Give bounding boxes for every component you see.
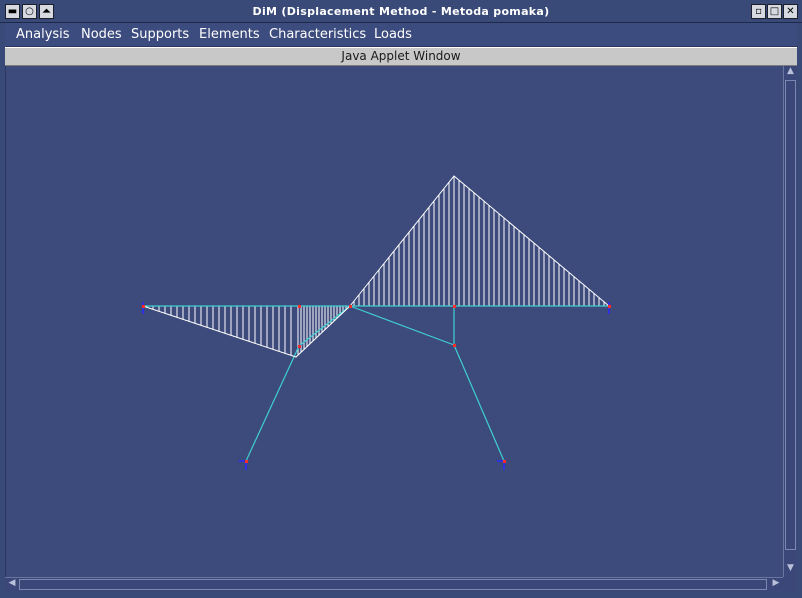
node xyxy=(453,305,456,308)
applet-window-banner: Java Applet Window xyxy=(5,47,797,66)
shade-icon[interactable]: ⏶ xyxy=(39,4,54,19)
menu-characteristics[interactable]: Characteristics xyxy=(269,23,366,47)
node xyxy=(298,305,301,308)
node xyxy=(503,460,506,463)
column-left xyxy=(245,345,300,462)
node xyxy=(608,305,611,308)
window-frame-bottom xyxy=(0,591,802,598)
menu-loads[interactable]: Loads xyxy=(374,23,412,47)
window-frame-right xyxy=(797,23,802,591)
structure-drawing xyxy=(142,175,611,470)
scrollbar-corner xyxy=(783,577,797,591)
menu-bar: Analysis Nodes Supports Elements Charact… xyxy=(5,23,797,47)
horizontal-scrollbar[interactable]: ◀ ▶ xyxy=(5,577,783,591)
vertical-scroll-thumb[interactable] xyxy=(785,80,796,550)
maximize-icon[interactable]: □ xyxy=(767,4,782,19)
menu-elements[interactable]: Elements xyxy=(199,23,260,47)
scroll-right-icon[interactable]: ▶ xyxy=(769,578,783,591)
circle-icon[interactable]: ○ xyxy=(22,4,37,19)
menu-supports[interactable]: Supports xyxy=(131,23,189,47)
horizontal-scroll-thumb[interactable] xyxy=(19,579,767,590)
scroll-down-icon[interactable]: ▼ xyxy=(784,563,797,577)
node xyxy=(453,344,456,347)
node xyxy=(349,305,352,308)
minimize-icon[interactable]: ▬ xyxy=(5,4,20,19)
scroll-left-icon[interactable]: ◀ xyxy=(5,578,19,591)
support-right-base xyxy=(497,460,505,470)
window-title: DiM (Displacement Method - Metoda pomaka… xyxy=(252,5,550,18)
node xyxy=(142,305,145,308)
vertical-scrollbar[interactable]: ▲ ▼ xyxy=(783,66,797,577)
menu-analysis[interactable]: Analysis xyxy=(16,23,70,47)
restore-icon[interactable]: ▫ xyxy=(751,4,766,19)
node xyxy=(245,460,248,463)
close-icon[interactable]: ✕ xyxy=(783,4,798,19)
brace-right xyxy=(349,305,455,346)
scroll-up-icon[interactable]: ▲ xyxy=(784,66,797,80)
title-bar: DiM (Displacement Method - Metoda pomaka… xyxy=(0,0,802,23)
moment-diagram-right xyxy=(353,176,605,306)
column-right xyxy=(453,344,505,462)
drawing-canvas[interactable] xyxy=(5,66,783,577)
node xyxy=(298,345,301,348)
menu-nodes[interactable]: Nodes xyxy=(81,23,122,47)
support-left-base xyxy=(239,460,247,470)
